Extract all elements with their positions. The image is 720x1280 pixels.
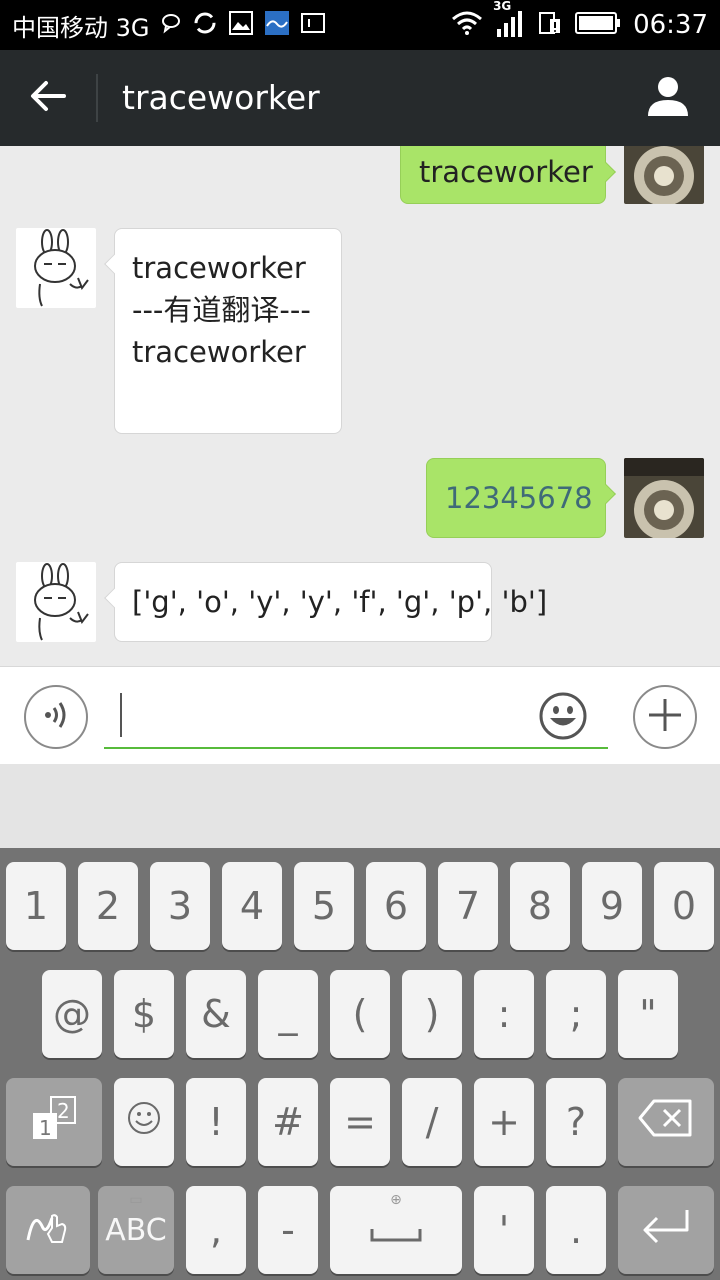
key-3[interactable]: 3 <box>150 862 210 950</box>
key-hash[interactable]: # <box>258 1078 318 1166</box>
key-5[interactable]: 5 <box>294 862 354 950</box>
clock: 06:37 <box>633 10 708 40</box>
enter-key[interactable] <box>618 1186 714 1274</box>
abc-key[interactable]: ▭ ABC <box>98 1186 174 1274</box>
backspace-icon <box>638 1099 694 1146</box>
key-4[interactable]: 4 <box>222 862 282 950</box>
key-close-paren[interactable]: ) <box>402 970 462 1058</box>
key-period[interactable]: . <box>546 1186 606 1274</box>
message-text: traceworker ---有道翻译--- traceworker <box>132 251 311 369</box>
header-divider <box>96 74 98 122</box>
emoticon-key[interactable] <box>114 1078 174 1166</box>
signal-icon: 3G <box>493 0 525 41</box>
message-bubble-received[interactable]: ['g', 'o', 'y', 'y', 'f', 'g', 'p', 'b'] <box>104 562 548 642</box>
voice-icon <box>40 699 72 735</box>
carrier-label: 中国移动 3G <box>12 13 150 42</box>
key-0[interactable]: 0 <box>654 862 714 950</box>
enter-icon <box>641 1208 691 1253</box>
key-open-paren[interactable]: ( <box>330 970 390 1058</box>
key-hyphen[interactable]: - <box>258 1186 318 1274</box>
wifi-icon <box>451 11 483 39</box>
key-slash[interactable]: / <box>402 1078 462 1166</box>
text-cursor <box>120 693 122 737</box>
message-list[interactable]: traceworker traceworker ---有道翻译--- trace… <box>0 146 720 666</box>
space-bar-icon <box>370 1208 422 1252</box>
key-2[interactable]: 2 <box>78 862 138 950</box>
key-plus[interactable]: + <box>474 1078 534 1166</box>
svg-text:2: 2 <box>57 1099 70 1123</box>
key-at[interactable]: @ <box>42 970 102 1058</box>
message-input-bar <box>0 666 720 764</box>
key-equals[interactable]: = <box>330 1078 390 1166</box>
more-options-button[interactable] <box>633 685 697 749</box>
contact-profile-button[interactable] <box>636 66 700 130</box>
gallery-icon <box>228 10 254 40</box>
message-input[interactable] <box>104 687 608 749</box>
status-bar: 中国移动 3G 3G 06:37 <box>0 0 720 50</box>
network-type-label: 3G <box>493 0 512 13</box>
message-text: 12345678 <box>445 481 593 515</box>
voice-input-button[interactable] <box>24 685 88 749</box>
contact-avatar[interactable] <box>16 228 96 308</box>
key-semicolon[interactable]: ; <box>546 970 606 1058</box>
contact-avatar[interactable] <box>16 562 96 642</box>
message-bubble-sent[interactable]: 12345678 <box>426 458 616 538</box>
key-6[interactable]: 6 <box>366 862 426 950</box>
person-icon <box>646 74 690 122</box>
key-colon[interactable]: : <box>474 970 534 1058</box>
key-dollar[interactable]: $ <box>114 970 174 1058</box>
message-bubble-sent[interactable]: traceworker <box>400 146 616 204</box>
key-9[interactable]: 9 <box>582 862 642 950</box>
emoji-icon <box>538 692 588 745</box>
globe-icon: ⊕ <box>390 1192 402 1208</box>
my-avatar[interactable] <box>624 146 704 204</box>
key-question[interactable]: ? <box>546 1078 606 1166</box>
soft-keyboard: 1 2 3 4 5 6 7 8 9 0 @ $ & _ ( ) : ; " 21… <box>0 848 720 1280</box>
sim-alert-icon <box>537 10 563 40</box>
sync-icon <box>192 10 218 40</box>
key-apostrophe[interactable]: ' <box>474 1186 534 1274</box>
smiley-icon <box>127 1100 161 1144</box>
battery-icon <box>575 11 621 39</box>
message-notification-icon <box>160 12 182 38</box>
key-exclamation[interactable]: ! <box>186 1078 246 1166</box>
space-key[interactable]: ⊕ <box>330 1186 462 1274</box>
svg-text:1: 1 <box>39 1116 52 1140</box>
page-1-2-icon: 21 <box>29 1095 79 1150</box>
key-7[interactable]: 7 <box>438 862 498 950</box>
keyboard-spacer <box>0 764 720 848</box>
key-quote[interactable]: " <box>618 970 678 1058</box>
chat-header: traceworker <box>0 50 720 146</box>
key-8[interactable]: 8 <box>510 862 570 950</box>
message-bubble-received[interactable]: traceworker ---有道翻译--- traceworker <box>104 228 342 434</box>
handwriting-icon <box>24 1206 72 1255</box>
back-arrow-icon <box>30 80 66 116</box>
message-text: ['g', 'o', 'y', 'y', 'f', 'g', 'p', 'b'] <box>132 585 548 619</box>
chat-title: traceworker <box>122 78 320 117</box>
app-notification-icon <box>264 10 290 40</box>
backspace-key[interactable] <box>618 1078 714 1166</box>
key-ampersand[interactable]: & <box>186 970 246 1058</box>
text-notification-icon <box>300 12 326 38</box>
abc-label: ABC <box>105 1212 167 1248</box>
keyboard-layout-icon: ▭ <box>129 1192 143 1208</box>
message-text: traceworker <box>419 155 593 189</box>
my-avatar[interactable] <box>624 458 704 538</box>
key-comma[interactable]: , <box>186 1186 246 1274</box>
plus-icon <box>647 697 683 737</box>
handwriting-key[interactable] <box>6 1186 90 1274</box>
key-1[interactable]: 1 <box>6 862 66 950</box>
emoji-button[interactable] <box>538 691 588 745</box>
back-button[interactable] <box>0 50 96 146</box>
key-underscore[interactable]: _ <box>258 970 318 1058</box>
symbol-page-key[interactable]: 21 <box>6 1078 102 1166</box>
